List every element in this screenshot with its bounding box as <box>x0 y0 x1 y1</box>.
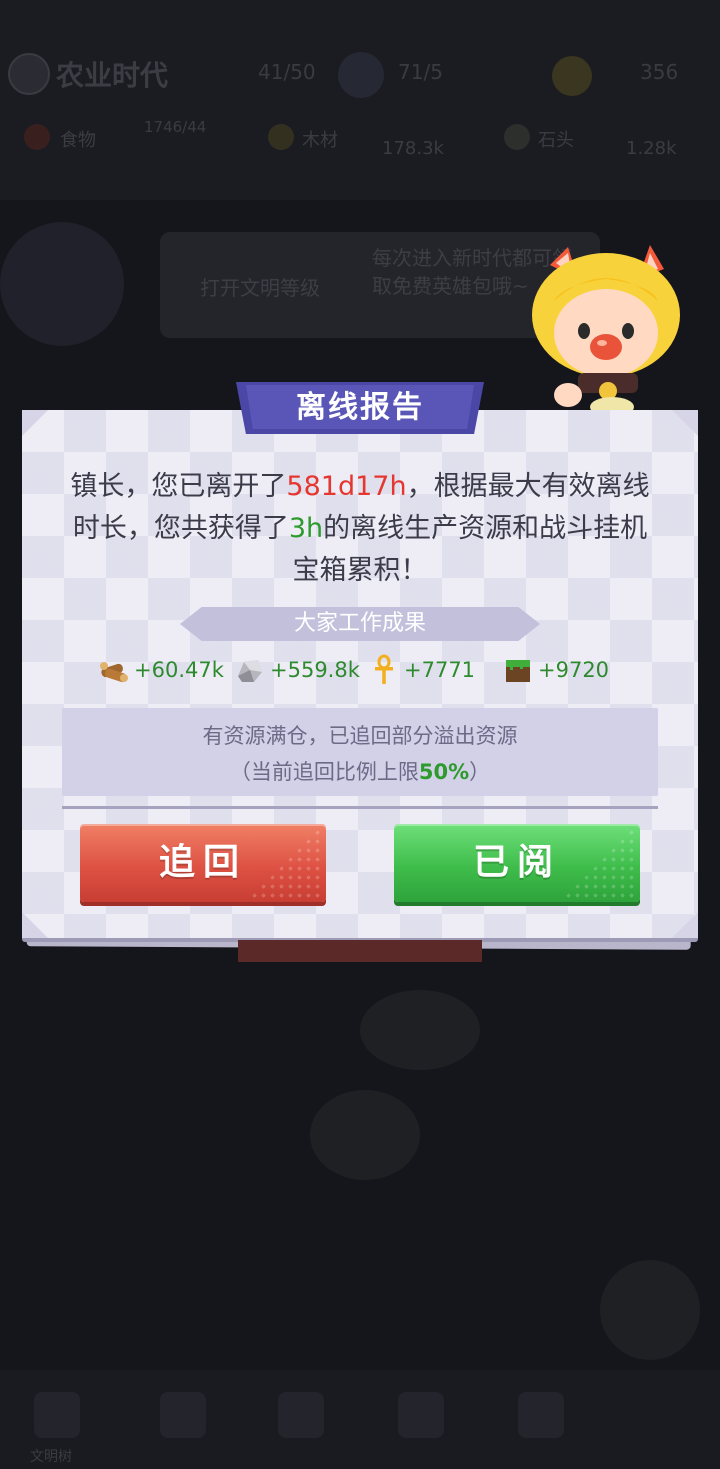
result-wood-value: +60.47k <box>134 658 224 682</box>
dialog-bottom-tab <box>238 940 482 962</box>
hud-stat-population: 41/50 <box>258 60 316 84</box>
tip-banner-left-text: 打开文明等级 <box>200 276 320 300</box>
resource-wood-value: 178.3k <box>382 138 444 159</box>
grass-block-icon <box>506 660 530 682</box>
civilization-level-button <box>0 222 124 346</box>
result-ankh: +7771 <box>368 654 475 686</box>
result-wood: +60.47k <box>98 654 224 686</box>
hut-silhouette <box>360 990 480 1070</box>
app-title-area: 农业时代 <box>8 52 168 96</box>
paper-corner <box>22 912 48 938</box>
resource-food-label: 食物 <box>60 130 96 151</box>
notice-line2: （当前追回比例上限50%） <box>62 756 658 786</box>
paper-corner <box>22 410 48 436</box>
stone-icon <box>238 660 262 682</box>
wood-resource-icon <box>268 124 294 150</box>
recover-button[interactable]: 追回 <box>80 824 326 902</box>
resource-stone-value: 1.28k <box>626 138 677 159</box>
read-button-label: 已阅 <box>472 842 561 883</box>
paper-corner <box>672 410 698 436</box>
results-header-label: 大家工作成果 <box>293 611 426 636</box>
panda-silhouette <box>310 1090 420 1180</box>
offline-duration: 581d17h <box>286 471 407 502</box>
dialog-title: 离线报告 <box>296 390 424 425</box>
offline-message: 镇长，您已离开了581d17h，根据最大有效离线时长，您共获得了3h的离线生产资… <box>62 466 658 592</box>
coin-icon <box>552 56 592 96</box>
decoration-silhouette <box>600 1260 700 1360</box>
notice-line2-suffix: ） <box>469 760 491 784</box>
idea-icon <box>278 1392 324 1438</box>
bottom-nav-label: 文明树 <box>30 1449 72 1465</box>
result-ankh-value: +7771 <box>404 658 476 682</box>
resource-stone-label: 石头 <box>538 130 574 151</box>
read-button[interactable]: 已阅 <box>394 824 640 902</box>
resource-wood-label: 木材 <box>302 130 338 151</box>
result-grass-block-value: +9720 <box>538 658 610 682</box>
resource-food-value: 1746/44 <box>144 118 207 136</box>
game-screen: 农业时代 41/50 71/5 356 食物 1746/44 木材 178.3k… <box>0 0 720 1469</box>
result-stone: +559.8k <box>234 654 360 686</box>
recover-ratio-limit: 50% <box>418 760 470 784</box>
message-part1: 镇长，您已离开了 <box>70 471 287 502</box>
wood-icon <box>100 662 128 683</box>
era-logo-icon <box>8 53 50 95</box>
notice-line1: 有资源满仓，已追回部分溢出资源 <box>202 724 518 748</box>
food-icon <box>24 124 50 150</box>
bottom-nav <box>0 1370 720 1469</box>
results-header: 大家工作成果 <box>180 607 540 641</box>
recover-button-label: 追回 <box>158 842 247 883</box>
result-stone-value: +559.8k <box>270 658 360 682</box>
effective-hours: 3h <box>288 513 324 544</box>
gem-icon <box>338 52 384 98</box>
result-grass-block: +9720 <box>502 654 609 686</box>
notice-line2-prefix: （当前追回比例上限 <box>229 760 419 784</box>
tech-tree-icon <box>34 1392 80 1438</box>
hud-stat-coins: 356 <box>640 60 679 84</box>
home-icon <box>160 1392 206 1438</box>
paper-corner <box>672 912 698 938</box>
message-part3: 的离线生产资源和战斗挂机宝箱累积！ <box>292 513 648 586</box>
overflow-notice: 有资源满仓，已追回部分溢出资源 （当前追回比例上限50%） <box>62 708 658 796</box>
resource-bar: 食物 1746/44 木材 178.3k 石头 1.28k <box>20 118 700 166</box>
top-hud <box>0 0 720 200</box>
stone-resource-icon <box>504 124 530 150</box>
book-icon <box>398 1392 444 1438</box>
app-title: 农业时代 <box>56 59 169 92</box>
hud-stat-gems: 71/5 <box>398 60 443 84</box>
ankh-icon <box>375 654 393 684</box>
mascot-fox-girl-icon <box>532 245 680 415</box>
dialog-title-banner: 离线报告 <box>236 382 484 438</box>
dialog-divider <box>62 806 658 809</box>
battle-icon <box>518 1392 564 1438</box>
